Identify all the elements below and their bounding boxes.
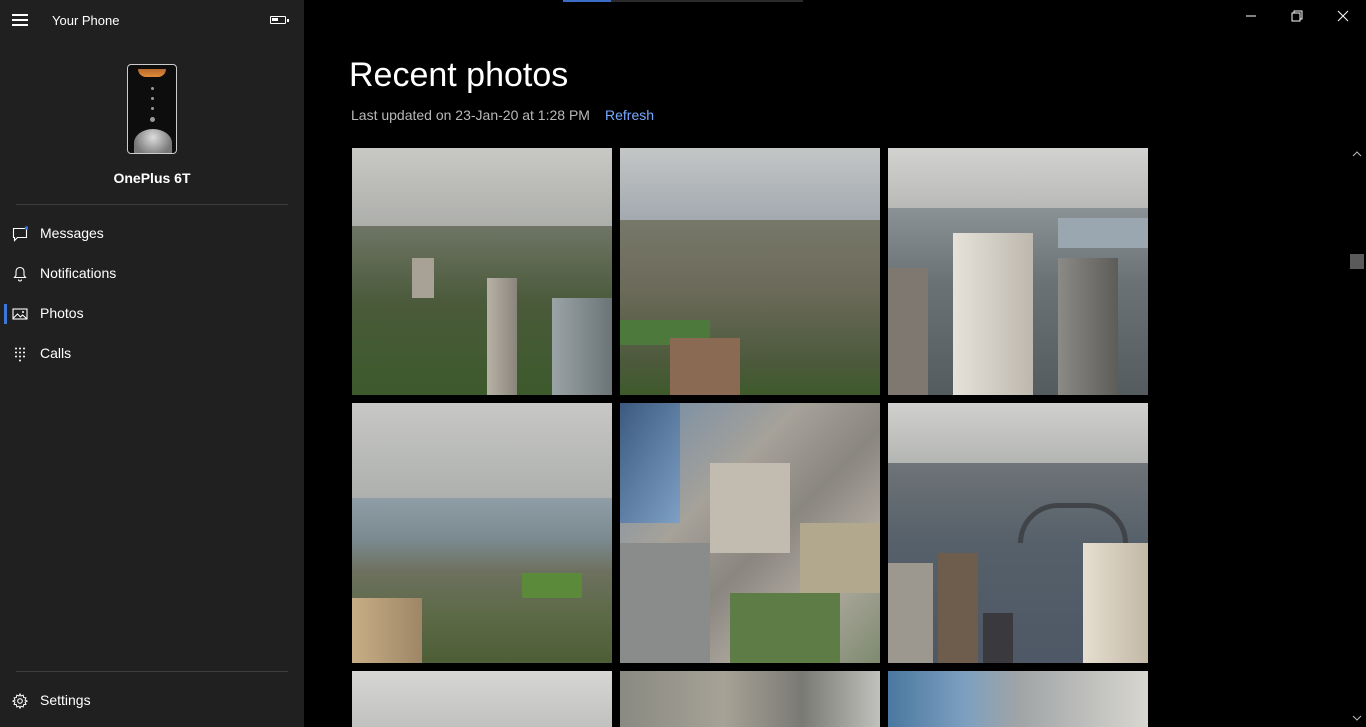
- page-title: Recent photos: [349, 56, 569, 94]
- sidebar-item-settings[interactable]: Settings: [0, 681, 304, 721]
- sidebar-item-label: Messages: [40, 225, 104, 241]
- sidebar-divider: [16, 671, 288, 672]
- sidebar-item-messages[interactable]: Messages: [0, 214, 304, 254]
- photo-1[interactable]: [352, 148, 612, 395]
- gear-icon: [12, 693, 28, 709]
- photos-icon: [12, 308, 28, 320]
- top-tab-strip: [563, 0, 803, 2]
- sidebar-item-label: Photos: [40, 305, 84, 321]
- message-icon: [12, 226, 28, 242]
- scroll-up-icon[interactable]: [1352, 150, 1362, 158]
- minimize-button[interactable]: [1228, 0, 1274, 32]
- sidebar: Your Phone OnePlus 6T Messages Notificat…: [0, 0, 304, 727]
- battery-icon: [270, 16, 289, 24]
- hamburger-menu-icon[interactable]: [12, 14, 28, 26]
- restore-button[interactable]: [1274, 0, 1320, 32]
- close-icon: [1337, 10, 1349, 22]
- photo-grid: [352, 148, 1148, 727]
- phone-thumbnail: [127, 64, 177, 154]
- photo-9[interactable]: [888, 671, 1148, 727]
- sidebar-item-notifications[interactable]: Notifications: [0, 254, 304, 294]
- sidebar-item-label: Settings: [40, 692, 91, 708]
- refresh-link[interactable]: Refresh: [605, 107, 654, 123]
- scrollbar-thumb[interactable]: [1350, 254, 1364, 269]
- sidebar-item-photos[interactable]: Photos: [0, 294, 304, 334]
- close-button[interactable]: [1320, 0, 1366, 32]
- scroll-down-icon[interactable]: [1352, 714, 1362, 722]
- scrollbar[interactable]: [1348, 148, 1366, 727]
- photo-6[interactable]: [888, 403, 1148, 663]
- dialpad-icon: [15, 347, 25, 362]
- device-name: OnePlus 6T: [113, 170, 191, 186]
- restore-icon: [1291, 10, 1303, 22]
- minimize-icon: [1246, 15, 1256, 17]
- sidebar-item-calls[interactable]: Calls: [0, 334, 304, 374]
- sidebar-divider: [16, 204, 288, 205]
- sidebar-item-label: Notifications: [40, 265, 117, 281]
- sidebar-item-label: Calls: [40, 345, 72, 361]
- photo-4[interactable]: [352, 403, 612, 663]
- photo-7[interactable]: [352, 671, 612, 727]
- photo-2[interactable]: [620, 148, 880, 395]
- app-title: Your Phone: [52, 13, 120, 28]
- photo-8[interactable]: [620, 671, 880, 727]
- photo-3[interactable]: [888, 148, 1148, 395]
- bell-icon: [13, 266, 27, 282]
- last-updated-text: Last updated on 23-Jan-20 at 1:28 PM: [351, 107, 590, 123]
- photo-5[interactable]: [620, 403, 880, 663]
- active-indicator: [4, 304, 7, 324]
